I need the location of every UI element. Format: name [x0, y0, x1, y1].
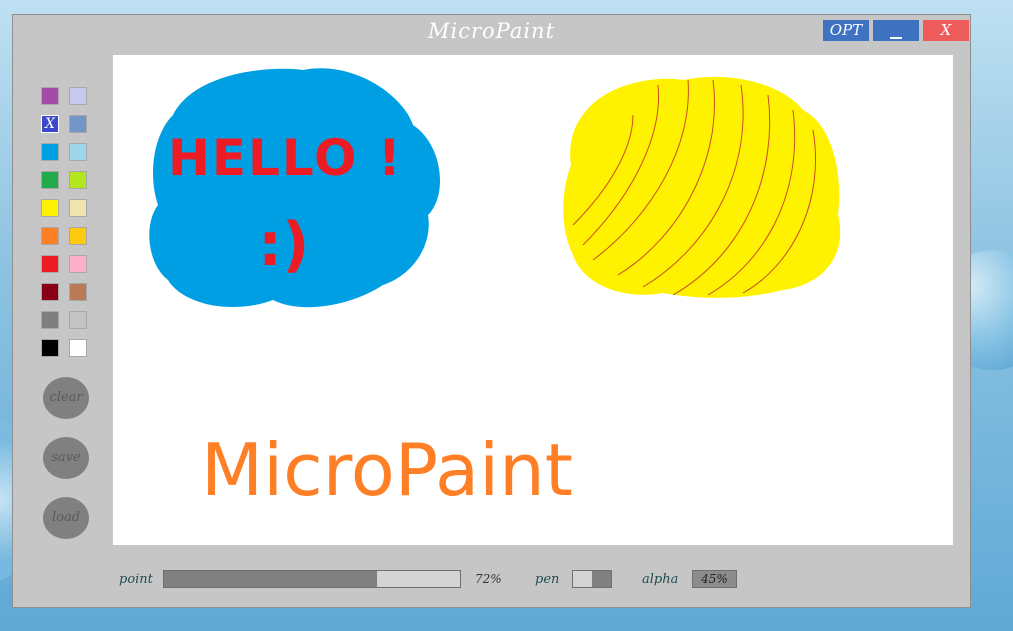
clear-button[interactable]: clear — [43, 377, 89, 419]
color-swatch[interactable] — [69, 143, 87, 161]
color-swatch[interactable] — [41, 87, 59, 105]
close-button[interactable]: X — [923, 20, 969, 41]
color-swatch[interactable] — [69, 227, 87, 245]
color-swatch[interactable] — [41, 311, 59, 329]
micropaint-drawing-text: MicroPaint — [201, 428, 573, 512]
alpha-value-box[interactable]: 45% — [692, 570, 737, 588]
color-swatch[interactable] — [69, 283, 87, 301]
color-swatch[interactable] — [69, 199, 87, 217]
minimize-icon — [890, 37, 902, 39]
color-swatch[interactable] — [41, 227, 59, 245]
color-swatch[interactable] — [41, 339, 59, 357]
color-swatch[interactable] — [41, 143, 59, 161]
color-swatch[interactable] — [69, 171, 87, 189]
pen-size-fill — [592, 571, 611, 587]
minimize-button[interactable] — [873, 20, 919, 41]
color-swatch[interactable] — [69, 87, 87, 105]
options-button[interactable]: OPT — [823, 20, 869, 41]
smiley-drawing-text: :) — [258, 210, 309, 280]
color-swatch[interactable] — [41, 283, 59, 301]
color-swatch[interactable] — [69, 255, 87, 273]
color-swatch[interactable] — [69, 339, 87, 357]
load-button[interactable]: load — [43, 497, 89, 539]
alpha-label: alpha — [642, 572, 679, 587]
color-swatch[interactable] — [41, 171, 59, 189]
pen-label: pen — [535, 572, 560, 587]
color-swatch[interactable] — [69, 311, 87, 329]
hello-drawing-text: HELLO ! — [168, 129, 403, 187]
point-value: 72% — [475, 572, 502, 586]
color-swatch[interactable] — [69, 115, 87, 133]
color-swatch[interactable] — [41, 199, 59, 217]
point-slider-fill — [164, 571, 378, 587]
micropaint-window: MicroPaint OPT X X clear save load HELLO — [12, 14, 971, 608]
point-label: point — [119, 572, 153, 587]
save-button[interactable]: save — [43, 437, 89, 479]
drawing-canvas[interactable]: HELLO ! :) MicroPaint — [113, 55, 953, 545]
point-slider[interactable] — [163, 570, 461, 588]
pen-size-toggle[interactable] — [572, 570, 612, 588]
color-swatch[interactable]: X — [41, 115, 59, 133]
color-swatch[interactable] — [41, 255, 59, 273]
